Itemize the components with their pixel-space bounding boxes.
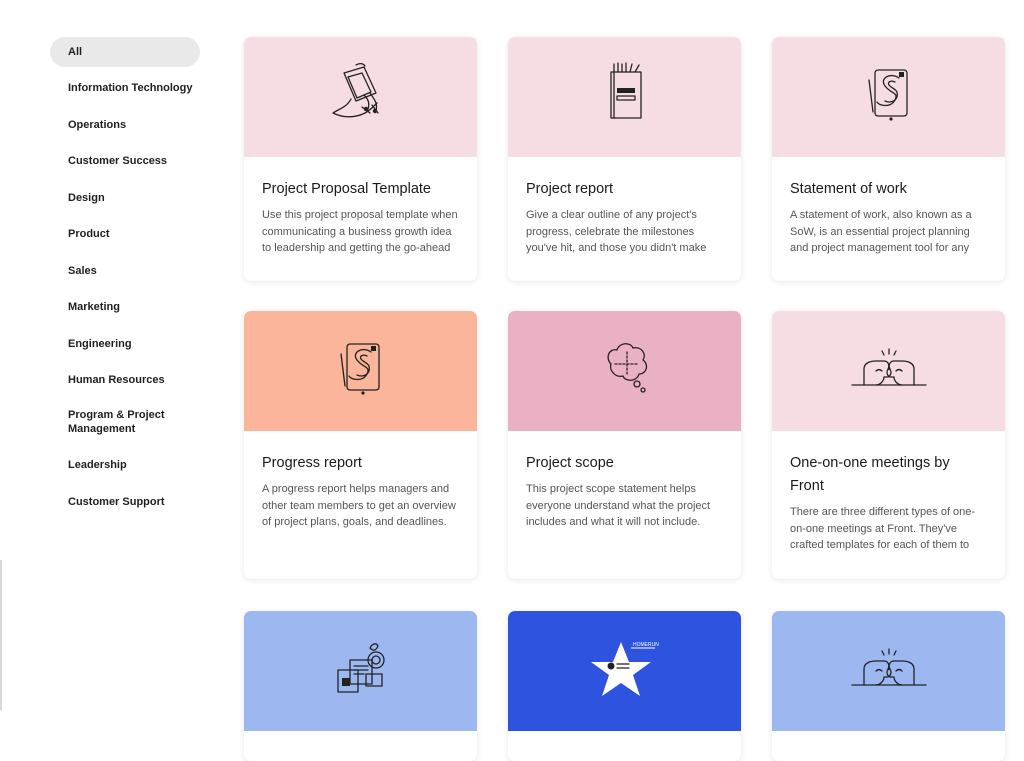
template-card[interactable] — [244, 611, 477, 761]
category-information-technology[interactable]: Information Technology — [50, 73, 200, 103]
category-customer-success[interactable]: Customer Success — [50, 146, 200, 176]
card-title: Project report — [526, 181, 614, 197]
board-game-icon — [331, 334, 391, 409]
template-card[interactable] — [772, 611, 1005, 761]
card-title: One-on-one meetings by Front — [790, 455, 950, 494]
category-customer-support[interactable]: Customer Support — [50, 487, 200, 517]
card-thumbnail — [772, 611, 1005, 731]
card-title: Statement of work — [790, 181, 907, 197]
board-game-icon — [859, 60, 919, 135]
template-card[interactable]: One-on-one meetings by Front There are t… — [772, 311, 1005, 579]
card-description: There are three different types of one-o… — [790, 506, 976, 551]
card-thumbnail: HOMERUN — [508, 611, 741, 731]
category-program-project-management[interactable]: Program & Project Management — [50, 402, 168, 444]
card-thumbnail — [772, 311, 1005, 431]
category-sidebar: All Information Technology Operations Cu… — [50, 37, 200, 523]
category-operations[interactable]: Operations — [50, 110, 200, 140]
template-card[interactable]: Statement of work A statement of work, a… — [772, 37, 1005, 281]
category-leadership[interactable]: Leadership — [50, 450, 200, 480]
category-all[interactable]: All — [50, 37, 200, 67]
category-design[interactable]: Design — [50, 183, 200, 213]
template-card[interactable]: Project report Give a clear outline of a… — [508, 37, 741, 281]
card-thumbnail — [244, 611, 477, 731]
fist-bump-icon — [844, 639, 934, 704]
badge-text: HOMERUN — [633, 642, 659, 648]
category-sales[interactable]: Sales — [50, 256, 200, 286]
card-description: This project scope statement helps every… — [526, 483, 711, 528]
template-card[interactable]: Progress report A progress report helps … — [244, 311, 477, 579]
card-thumbnail — [244, 311, 477, 431]
thought-bubble-icon — [593, 334, 657, 409]
card-title: Progress report — [262, 455, 362, 471]
notebook-icon — [595, 60, 655, 135]
card-thumbnail — [508, 37, 741, 157]
card-description: Use this project proposal template when … — [262, 209, 458, 254]
category-product[interactable]: Product — [50, 219, 200, 249]
category-marketing[interactable]: Marketing — [50, 292, 200, 322]
category-human-resources[interactable]: Human Resources — [50, 365, 200, 395]
category-engineering[interactable]: Engineering — [50, 329, 200, 359]
template-card[interactable]: HOMERUN — [508, 611, 741, 761]
card-thumbnail — [772, 37, 1005, 157]
star-badge-icon: HOMERUN — [585, 634, 665, 709]
card-description: A statement of work, also known as a SoW… — [790, 209, 972, 254]
card-description: Give a clear outline of any project's pr… — [526, 209, 707, 254]
template-card[interactable]: Project scope This project scope stateme… — [508, 311, 741, 579]
card-description: A progress report helps managers and oth… — [262, 483, 456, 528]
tablet-hand-icon — [326, 59, 396, 136]
window-edge — [0, 560, 2, 710]
fist-bump-icon — [844, 339, 934, 404]
template-card[interactable]: Project Proposal Template Use this proje… — [244, 37, 477, 281]
card-thumbnail — [508, 311, 741, 431]
card-title: Project scope — [526, 455, 614, 471]
collage-icon — [326, 634, 396, 709]
card-title: Project Proposal Template — [262, 181, 431, 197]
card-thumbnail — [244, 37, 477, 157]
